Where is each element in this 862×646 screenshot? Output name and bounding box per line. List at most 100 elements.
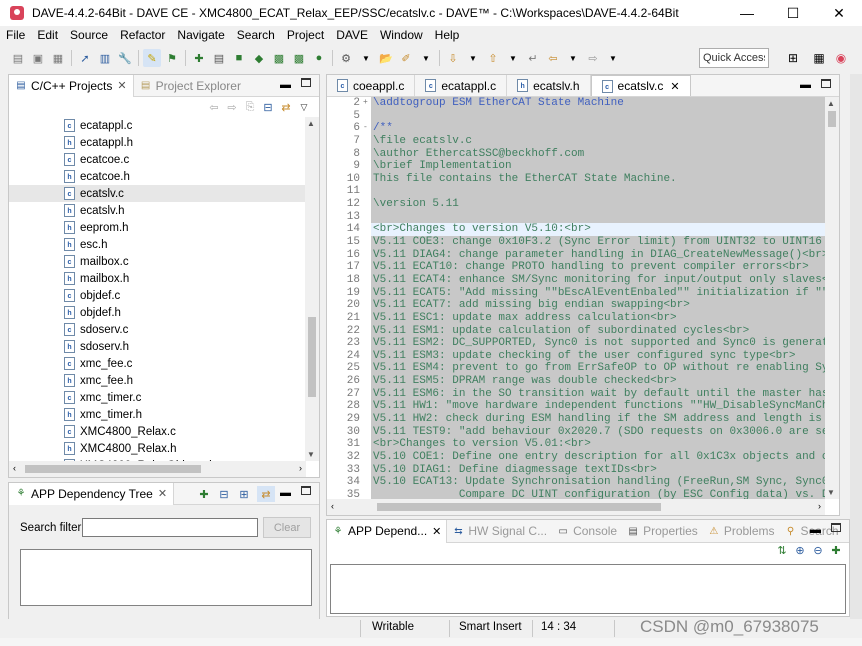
- build-icon[interactable]: ➚: [76, 49, 94, 67]
- editor-tab[interactable]: h ecatslv.h: [507, 75, 591, 96]
- tree-item[interactable]: c xmc_fee.c: [9, 355, 306, 372]
- tree-item[interactable]: h mailbox.h: [9, 270, 306, 287]
- dropdown6-icon[interactable]: ▼: [604, 49, 622, 67]
- close-button[interactable]: ✕: [816, 0, 862, 26]
- tree-item[interactable]: c ecatappl.c: [9, 117, 306, 134]
- debug-settings-icon[interactable]: ⚙: [337, 49, 355, 67]
- save-all-icon[interactable]: ▦: [49, 49, 67, 67]
- menu-file[interactable]: File: [0, 28, 31, 42]
- generate-icon[interactable]: ◆: [250, 49, 268, 67]
- tree-item[interactable]: h ecatslv.h: [9, 202, 306, 219]
- close-tab-icon[interactable]: ✕: [117, 79, 126, 92]
- minimize-view-icon[interactable]: ▬: [810, 524, 821, 536]
- tree-item[interactable]: h xmc_timer.h: [9, 406, 306, 423]
- editor-tab[interactable]: c coeappl.c: [327, 75, 416, 96]
- minimize-button[interactable]: —: [724, 0, 770, 26]
- tree-item[interactable]: c mailbox.c: [9, 253, 306, 270]
- tab-app-dependency-tree[interactable]: ⚘ APP Dependency Tree ✕: [9, 482, 175, 505]
- open-folder-icon[interactable]: 📂: [377, 49, 395, 67]
- tree-horizontal-scrollbar[interactable]: ‹ ›: [9, 461, 306, 477]
- tree-item[interactable]: h eeprom.h: [9, 219, 306, 236]
- tree-item[interactable]: c ecatslv.c: [9, 185, 306, 202]
- close-tab-icon[interactable]: ✕: [432, 525, 441, 538]
- tree-item[interactable]: h ecatappl.h: [9, 134, 306, 151]
- zoom-in-icon[interactable]: ⊕: [791, 544, 809, 557]
- chip-icon[interactable]: ▩: [270, 49, 288, 67]
- search-filter-input[interactable]: [82, 518, 258, 537]
- close-tab-icon[interactable]: ✕: [670, 80, 679, 93]
- dave-perspective-icon[interactable]: ◉: [832, 49, 850, 67]
- dependency-list[interactable]: [20, 549, 312, 606]
- tree-item[interactable]: h objdef.h: [9, 304, 306, 321]
- tree-item[interactable]: c objdef.c: [9, 287, 306, 304]
- tree-item[interactable]: h ecatcoe.h: [9, 168, 306, 185]
- link-editor-icon[interactable]: ⇄: [277, 99, 295, 115]
- collapse-icon[interactable]: ⊟: [215, 486, 233, 502]
- editor-vertical-scrollbar[interactable]: ▲ ▼: [825, 97, 839, 499]
- add-node-icon[interactable]: ✚: [827, 544, 845, 557]
- back-nav-icon[interactable]: ⇦: [205, 99, 223, 115]
- app-list-icon[interactable]: ▤: [210, 49, 228, 67]
- maximize-editor-icon[interactable]: [821, 79, 831, 88]
- dropdown4-icon[interactable]: ▼: [504, 49, 522, 67]
- chip2-icon[interactable]: ▩: [290, 49, 308, 67]
- tree-item[interactable]: h esc.h: [9, 236, 306, 253]
- filter-icon[interactable]: ⇅: [773, 544, 791, 557]
- marker-icon[interactable]: ✐: [397, 49, 415, 67]
- collapse-all-icon[interactable]: ⊟: [259, 99, 277, 115]
- add-icon[interactable]: ✚: [195, 486, 213, 502]
- minimize-view-icon[interactable]: ▬: [280, 79, 291, 91]
- menu-edit[interactable]: Edit: [31, 28, 64, 42]
- menu-source[interactable]: Source: [64, 28, 114, 42]
- tab-cpp-projects[interactable]: ▤ C/C++ Projects ✕: [9, 74, 134, 97]
- editor-tab[interactable]: c ecatslv.c ✕: [590, 75, 691, 96]
- forward-icon[interactable]: ⇨: [584, 49, 602, 67]
- rebuild-icon[interactable]: ▥: [96, 49, 114, 67]
- tree-vertical-scrollbar[interactable]: ▲ ▼: [305, 117, 319, 461]
- tree-item[interactable]: h xmc_fee.h: [9, 372, 306, 389]
- menu-project[interactable]: Project: [281, 28, 330, 42]
- back-icon[interactable]: ⇦: [544, 49, 562, 67]
- open-perspective-icon[interactable]: ⊞: [784, 49, 802, 67]
- code-area[interactable]: 2 + \addtogroup ESM EtherCAT State Machine…: [327, 97, 825, 499]
- bottom-tab[interactable]: ▤ Properties: [622, 520, 703, 543]
- dropdown5-icon[interactable]: ▼: [564, 49, 582, 67]
- zoom-out-icon[interactable]: ⊖: [809, 544, 827, 557]
- expand-icon[interactable]: ⊞: [235, 486, 253, 502]
- view-menu-icon[interactable]: ▽: [295, 99, 313, 115]
- bottom-tab[interactable]: ⇆ HW Signal C...: [447, 520, 552, 543]
- link-icon[interactable]: ⇄: [257, 486, 275, 502]
- dave-flag-icon[interactable]: ⚑: [163, 49, 181, 67]
- forward-nav-icon[interactable]: ⇨: [223, 99, 241, 115]
- up-nav-icon[interactable]: ⎘: [241, 99, 259, 115]
- maximize-button[interactable]: ☐: [770, 0, 816, 26]
- menu-refactor[interactable]: Refactor: [114, 28, 171, 42]
- dropdown-icon[interactable]: ▼: [357, 49, 375, 67]
- minimize-editor-icon[interactable]: ▬: [800, 79, 811, 91]
- editor-tab[interactable]: c ecatappl.c: [415, 75, 508, 96]
- tree-item[interactable]: c ecatcoe.c: [9, 151, 306, 168]
- tree-item[interactable]: h sdoserv.h: [9, 338, 306, 355]
- quick-access-input[interactable]: [699, 48, 769, 68]
- add-app-icon[interactable]: ✚: [190, 49, 208, 67]
- dropdown3-icon[interactable]: ▼: [464, 49, 482, 67]
- dropdown2-icon[interactable]: ▼: [417, 49, 435, 67]
- tree-item[interactable]: c xmc_timer.c: [9, 389, 306, 406]
- editor-horizontal-scrollbar[interactable]: ‹ ›: [327, 499, 825, 515]
- save-icon[interactable]: ▣: [29, 49, 47, 67]
- maximize-view-icon[interactable]: [301, 486, 311, 495]
- next-annotation-icon[interactable]: ⇩: [444, 49, 462, 67]
- menu-help[interactable]: Help: [429, 28, 466, 42]
- bottom-tab[interactable]: ⚘ APP Depend... ✕: [327, 519, 448, 543]
- app-dependency-content[interactable]: [330, 564, 846, 614]
- close-tab-icon[interactable]: ✕: [158, 487, 167, 500]
- cpp-perspective-icon[interactable]: ▦: [810, 49, 828, 67]
- menu-search[interactable]: Search: [231, 28, 281, 42]
- maximize-view-icon[interactable]: [831, 523, 841, 532]
- prev-annotation-icon[interactable]: ⇧: [484, 49, 502, 67]
- tree-item[interactable]: c XMC4800_Relax.c: [9, 423, 306, 440]
- bottom-tab[interactable]: ⚠ Problems: [703, 520, 780, 543]
- clear-button[interactable]: Clear: [263, 517, 311, 538]
- menu-dave[interactable]: DAVE: [330, 28, 374, 42]
- tab-project-explorer[interactable]: ▤ Project Explorer: [134, 75, 247, 97]
